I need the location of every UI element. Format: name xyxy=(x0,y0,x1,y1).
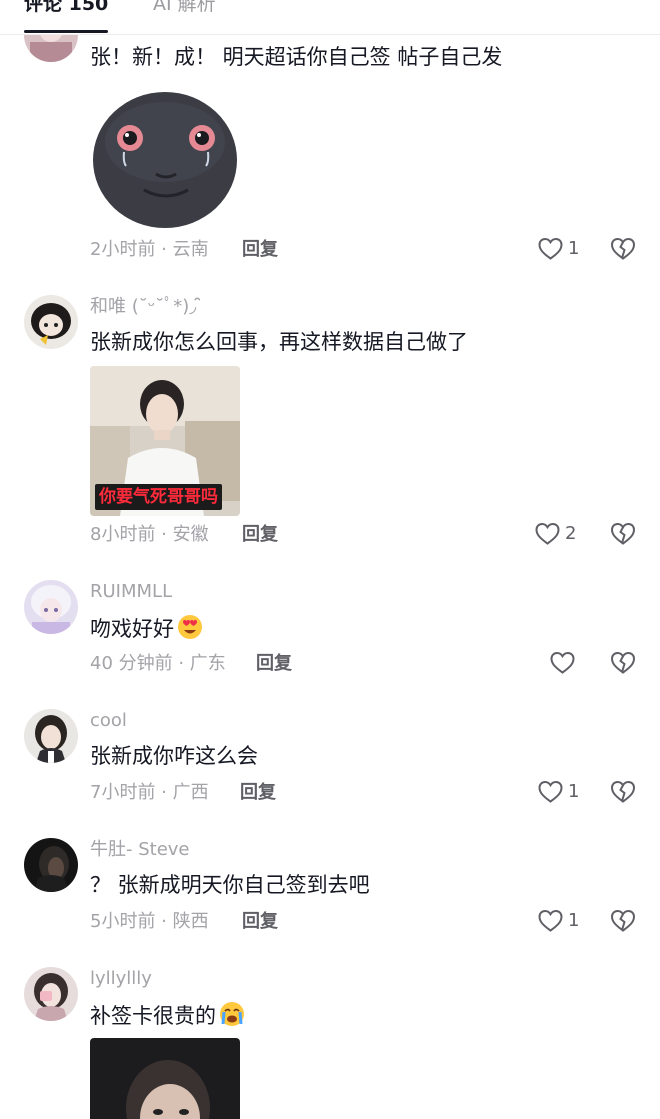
like-button[interactable] xyxy=(550,651,580,675)
broken-heart-icon xyxy=(610,651,636,674)
comment-image[interactable] xyxy=(90,1038,240,1119)
comment-username[interactable]: 和唯 (˘ᵕ˘ﾟ*)◞ ̑̑ xyxy=(90,296,202,318)
like-button[interactable]: 1 xyxy=(538,780,579,804)
comment-meta: 8小时前 · 安徽 xyxy=(90,524,209,545)
like-count: 2 xyxy=(565,523,577,544)
like-count: 1 xyxy=(568,238,580,259)
reply-button[interactable]: 回复 xyxy=(242,524,278,546)
reply-button[interactable]: 回复 xyxy=(242,911,278,933)
like-count: 1 xyxy=(568,781,580,802)
comment-text: 张新成你怎么回事，再这样数据自己做了 xyxy=(90,330,468,354)
comment-image-sticker[interactable] xyxy=(90,82,240,232)
comment-username[interactable]: cool xyxy=(90,710,127,732)
dislike-button[interactable] xyxy=(610,780,636,806)
broken-heart-icon xyxy=(610,909,636,932)
heart-outline-icon xyxy=(538,237,563,260)
comment-text: 补签卡很贵的 xyxy=(90,1000,246,1035)
dislike-button[interactable] xyxy=(610,522,636,548)
comment-image[interactable]: 你要气死哥哥吗 xyxy=(90,366,240,516)
avatar[interactable] xyxy=(24,838,78,892)
avatar[interactable] xyxy=(24,967,78,1021)
tab-comments[interactable]: 评论 150 xyxy=(24,0,108,16)
avatar[interactable] xyxy=(24,295,78,349)
comment-text: 张！新！成！ 明天超话你自己签 帖子自己发 xyxy=(90,45,503,69)
comment-meta: 2小时前 · 云南 xyxy=(90,239,209,260)
reply-button[interactable]: 回复 xyxy=(256,653,292,675)
comment-text-content: 补签卡很贵的 xyxy=(90,1004,216,1028)
heart-outline-icon xyxy=(535,522,560,545)
avatar[interactable] xyxy=(24,709,78,763)
reply-button[interactable]: 回复 xyxy=(240,782,276,804)
like-button[interactable]: 1 xyxy=(538,909,579,933)
comment-username[interactable]: 牛肚- Steve xyxy=(90,839,190,861)
broken-heart-icon xyxy=(610,522,636,545)
comment-meta: 40 分钟前 · 广东 xyxy=(90,653,226,674)
reply-button[interactable]: 回复 xyxy=(242,239,278,261)
comment-username[interactable]: lyllyllly xyxy=(90,968,152,990)
crying-face-emoji xyxy=(218,1000,246,1035)
like-button[interactable]: 1 xyxy=(538,237,579,261)
comment-meta: 7小时前 · 广西 xyxy=(90,782,209,803)
heart-outline-icon xyxy=(538,780,563,803)
comment-username[interactable]: RUIMMLL xyxy=(90,581,172,603)
comment-meta: 5小时前 · 陕西 xyxy=(90,911,209,932)
tab-ai-analysis[interactable]: AI 解析 xyxy=(153,0,216,16)
comment-text-content: 吻戏好好 xyxy=(90,617,174,641)
heart-outline-icon xyxy=(538,909,563,932)
heart-outline-icon xyxy=(550,651,575,674)
comment-tabs: 评论 150 AI 解析 xyxy=(0,0,660,35)
like-button[interactable]: 2 xyxy=(535,522,576,546)
dislike-button[interactable] xyxy=(610,237,636,263)
avatar[interactable] xyxy=(24,580,78,634)
comment-text: ？ 张新成明天你自己签到去吧 xyxy=(90,873,370,897)
broken-heart-icon xyxy=(610,237,636,260)
active-tab-indicator xyxy=(24,30,108,33)
heart-eyes-emoji xyxy=(176,613,204,648)
like-count: 1 xyxy=(568,910,580,931)
comment-text: 张新成你咋这么会 xyxy=(90,744,258,768)
image-caption: 你要气死哥哥吗 xyxy=(95,484,222,510)
dislike-button[interactable] xyxy=(610,909,636,935)
comment-text: 吻戏好好 xyxy=(90,613,204,648)
dislike-button[interactable] xyxy=(610,651,636,677)
broken-heart-icon xyxy=(610,780,636,803)
